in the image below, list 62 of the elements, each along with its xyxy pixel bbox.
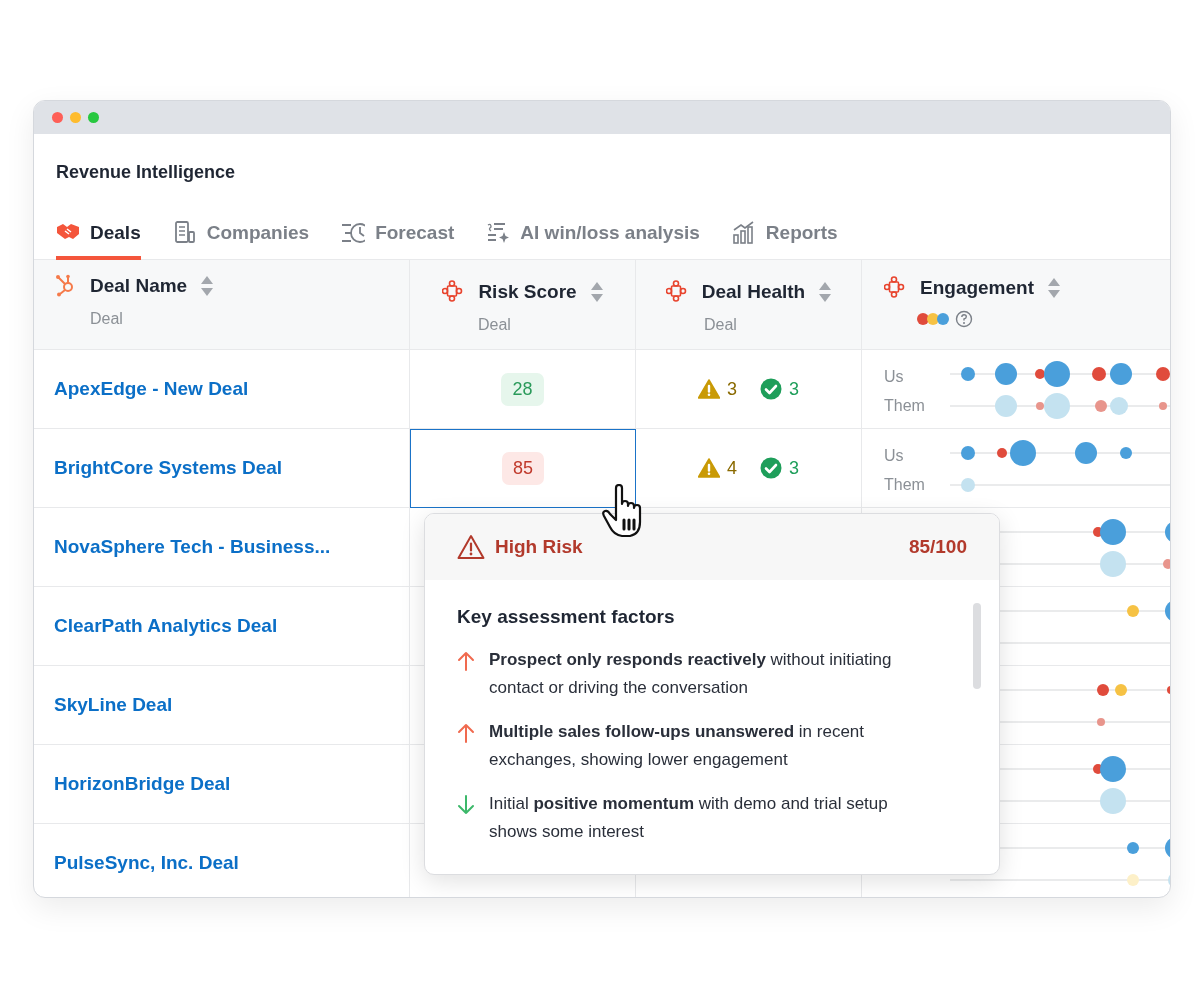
tab[interactable]: Reports xyxy=(731,214,838,260)
risk-score-badge: 85 xyxy=(502,452,544,485)
column-title: Deal Name xyxy=(90,275,188,297)
check-icon xyxy=(760,378,782,400)
sort-icon xyxy=(201,276,214,296)
bar-chart-icon xyxy=(731,221,756,245)
deal-name-link[interactable]: HorizonBridge Deal xyxy=(54,773,231,795)
deal-name-link[interactable]: SkyLine Deal xyxy=(54,694,173,716)
column-title: Deal Health xyxy=(701,281,806,303)
column-title: Engagement xyxy=(920,277,1035,299)
engagement-label: Us xyxy=(884,367,905,387)
column-header[interactable]: Engagement xyxy=(862,260,1170,350)
pass-count: 3 xyxy=(789,378,799,400)
factor-text: Initial positive momentum with demo and trial setup shows some interest xyxy=(489,793,889,843)
column-title: Risk Score xyxy=(478,281,577,303)
org-chart-icon xyxy=(884,276,906,300)
warning-count: 3 xyxy=(727,378,737,400)
org-chart-icon xyxy=(665,280,688,304)
column-subtitle: Deal xyxy=(703,316,737,334)
column-header[interactable]: Deal Name Deal xyxy=(34,260,410,350)
tab[interactable]: Companies xyxy=(172,214,310,260)
tab[interactable]: Forecast xyxy=(341,214,455,260)
factor-text: Multiple sales follow-ups unanswered in recent exchanges, showing lower engagement xyxy=(489,721,866,771)
deal-name-link[interactable]: BrightCore Systems Deal xyxy=(54,457,283,479)
pass-count: 3 xyxy=(789,457,799,479)
scrollbar-thumb[interactable] xyxy=(973,603,981,689)
sort-icon xyxy=(1048,278,1061,298)
deal-name-link[interactable]: PulseSync, Inc. Deal xyxy=(54,852,239,874)
org-chart-icon xyxy=(442,280,465,304)
deal-name-link[interactable]: ClearPath Analytics Deal xyxy=(54,615,278,637)
sprocket-icon xyxy=(54,274,76,298)
deal-name-link[interactable]: ApexEdge - New Deal xyxy=(54,378,249,400)
close-button[interactable] xyxy=(52,112,63,123)
engagement-label: Them xyxy=(884,475,926,495)
column-subtitle: Deal xyxy=(89,310,124,328)
tab[interactable]: AI win/loss analysis xyxy=(486,214,700,260)
sparkle-list-icon xyxy=(486,221,511,245)
clock-icon xyxy=(341,221,366,245)
warning-count: 4 xyxy=(727,457,737,479)
warning-icon xyxy=(698,458,720,478)
risk-title: High Risk xyxy=(495,536,584,558)
column-header[interactable]: Deal Health Deal xyxy=(636,260,862,350)
engagement-label: Us xyxy=(884,446,905,466)
minimize-button[interactable] xyxy=(70,112,81,123)
engagement-label: Them xyxy=(884,396,926,416)
legend-dots-icon xyxy=(916,312,952,326)
warning-icon xyxy=(457,534,485,560)
help-icon xyxy=(955,310,973,328)
column-subtitle: Deal xyxy=(477,316,511,334)
app-title: Revenue Intelligence xyxy=(56,161,237,184)
section-heading: Key assessment factors xyxy=(457,606,676,628)
deal-name-link[interactable]: NovaSphere Tech - Business... xyxy=(54,536,331,558)
factor-text: Prospect only responds reactively without initiating contact or driving the conversation xyxy=(489,649,893,699)
check-icon xyxy=(760,457,782,479)
warning-icon xyxy=(698,379,720,399)
building-icon xyxy=(172,221,197,245)
risk-score-badge: 28 xyxy=(501,372,544,406)
column-header[interactable]: Risk Score Deal xyxy=(410,260,636,350)
risk-score: 85/100 xyxy=(908,536,967,558)
sort-icon xyxy=(590,282,603,302)
sort-icon xyxy=(819,282,832,302)
maximize-button[interactable] xyxy=(88,112,99,123)
